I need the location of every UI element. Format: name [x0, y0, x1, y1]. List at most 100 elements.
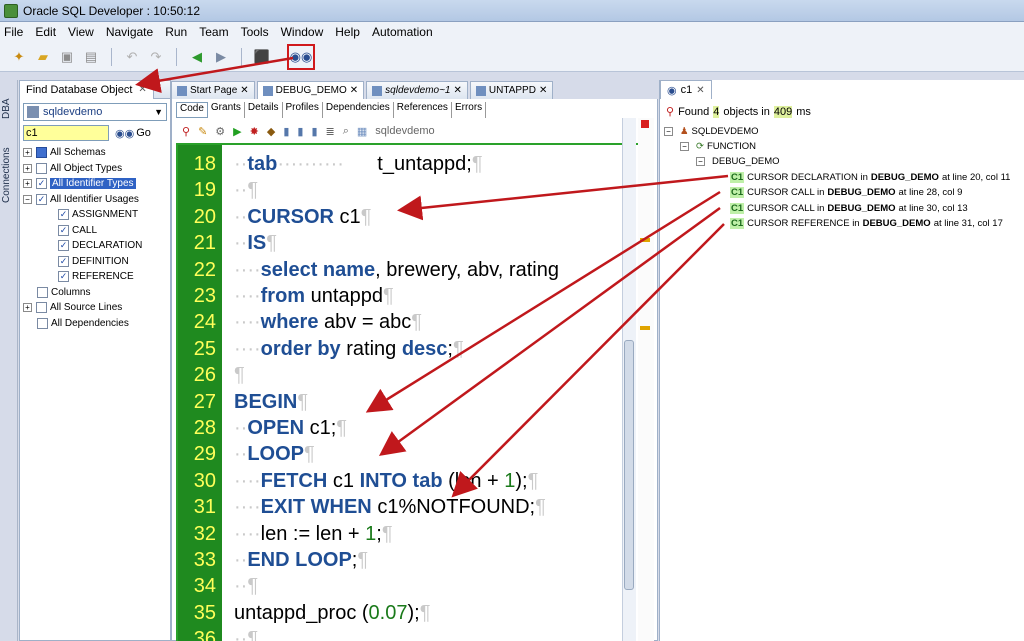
next-bookmark-icon[interactable]: ▮ [311, 125, 317, 138]
save-icon[interactable]: ▣ [58, 48, 76, 66]
checkbox[interactable] [37, 317, 48, 329]
expand-icon[interactable]: + [23, 179, 32, 189]
expand-icon[interactable]: + [23, 303, 32, 313]
sql-worksheet-icon[interactable]: ⬛ [253, 48, 271, 66]
redo-icon[interactable]: ↷ [147, 48, 165, 66]
close-icon[interactable]: ✕ [696, 85, 704, 96]
checkbox[interactable] [36, 147, 47, 159]
function-node[interactable]: − ⟳ FUNCTION [680, 141, 756, 152]
format-icon[interactable]: ≣ [326, 125, 335, 138]
tab-sqldevdemo-1[interactable]: sqldevdemo~1 ✕ [366, 81, 468, 99]
checkbox[interactable]: ✓ [58, 271, 69, 283]
tree-item-all-identifier-types[interactable]: + ✓ All Identifier Types [20, 176, 170, 192]
collapse-icon[interactable]: − [680, 142, 689, 151]
close-icon[interactable]: ✕ [138, 84, 146, 95]
subtab-details[interactable]: Details [245, 102, 283, 118]
new-icon[interactable]: ✦ [10, 48, 28, 66]
collapse-icon[interactable]: − [664, 127, 673, 136]
menu-automation[interactable]: Automation [372, 25, 433, 39]
checkbox[interactable]: ✓ [58, 255, 69, 267]
object-node[interactable]: − DEBUG_DEMO [696, 156, 780, 167]
menu-team[interactable]: Team [199, 25, 228, 39]
error-marker[interactable] [641, 120, 649, 128]
run-icon[interactable]: ▶ [233, 125, 241, 138]
tree-item-all-schemas[interactable]: + All Schemas [20, 145, 170, 161]
warning-marker[interactable] [640, 238, 650, 242]
checkbox[interactable]: ✓ [36, 178, 47, 190]
checkbox[interactable] [36, 162, 47, 174]
close-icon[interactable]: ✕ [539, 85, 547, 96]
tree-item-all-identifier-usages[interactable]: − ✓ All Identifier Usages [20, 192, 170, 208]
forward-icon[interactable]: ▶ [212, 48, 230, 66]
collapse-icon[interactable]: − [23, 194, 32, 204]
debug-icon[interactable]: ✸ [250, 125, 259, 138]
subtab-errors[interactable]: Errors [452, 102, 487, 118]
checkbox[interactable]: ✓ [58, 240, 69, 252]
tree-item-all-source-lines[interactable]: + All Source Lines [20, 300, 170, 316]
tab-start-page[interactable]: Start Page ✕ [171, 81, 255, 99]
subtab-dependencies[interactable]: Dependencies [323, 102, 394, 118]
checkbox[interactable] [37, 286, 48, 298]
menu-file[interactable]: File [4, 25, 23, 39]
checkbox[interactable]: ✓ [36, 193, 47, 205]
menu-window[interactable]: Window [281, 25, 324, 39]
connection-select[interactable]: sqldevdemo ▼ [23, 103, 167, 121]
chevron-down-icon[interactable]: ▼ [154, 107, 163, 117]
result-item[interactable]: C1 CURSOR REFERENCE in DEBUG_DEMO at lin… [730, 218, 1003, 229]
save-all-icon[interactable]: ▤ [82, 48, 100, 66]
pin-icon[interactable]: ⚲ [182, 125, 190, 138]
collapse-icon[interactable]: − [696, 157, 705, 166]
subtab-references[interactable]: References [394, 102, 452, 118]
subtab-code[interactable]: Code [176, 102, 208, 118]
tree-item-assignment[interactable]: ✓ ASSIGNMENT [20, 207, 170, 223]
tree-item-reference[interactable]: ✓ REFERENCE [20, 269, 170, 285]
checkbox[interactable]: ✓ [58, 224, 69, 236]
close-icon[interactable]: ✕ [454, 85, 462, 96]
results-tab[interactable]: ◉ c1 ✕ [660, 80, 712, 99]
result-item[interactable]: C1 CURSOR DECLARATION in DEBUG_DEMO at l… [730, 172, 1010, 183]
tab-debug-demo[interactable]: DEBUG_DEMO ✕ [256, 81, 365, 99]
open-icon[interactable]: ▰ [34, 48, 52, 66]
scrollbar-thumb[interactable] [624, 340, 634, 590]
dba-tab[interactable]: DBA [1, 94, 17, 124]
menu-tools[interactable]: Tools [241, 25, 269, 39]
subtab-profiles[interactable]: Profiles [283, 102, 323, 118]
expand-icon[interactable]: + [23, 163, 32, 173]
expand-icon[interactable]: + [23, 148, 32, 158]
code-editor[interactable]: 18 19 20 21 22 23 24 25 26 27 28 29 30 3… [176, 143, 652, 641]
find-db-object-icon[interactable]: ◉◉ [287, 43, 315, 70]
settings-icon[interactable]: ⚙ [215, 125, 225, 138]
result-item[interactable]: C1 CURSOR CALL in DEBUG_DEMO at line 28,… [730, 187, 962, 198]
warning-marker[interactable] [640, 326, 650, 330]
back-icon[interactable]: ◀ [188, 48, 206, 66]
tab-untappd[interactable]: UNTAPPD ✕ [469, 81, 554, 99]
menu-edit[interactable]: Edit [35, 25, 56, 39]
tree-item-call[interactable]: ✓ CALL [20, 223, 170, 239]
tree-item-columns[interactable]: Columns [20, 285, 170, 301]
close-icon[interactable]: ✕ [240, 85, 248, 96]
checkbox[interactable] [36, 302, 47, 314]
result-item[interactable]: C1 CURSOR CALL in DEBUG_DEMO at line 30,… [730, 203, 968, 214]
pin-icon[interactable]: ⚲ [666, 105, 674, 118]
editor-connection-label[interactable]: sqldevdemo [375, 125, 434, 137]
tree-item-all-dependencies[interactable]: All Dependencies [20, 316, 170, 332]
bookmark-icon[interactable]: ▮ [283, 125, 289, 138]
find-icon[interactable]: ⌕ [343, 125, 349, 138]
schema-node[interactable]: − ♟ SQLDEVDEMO [664, 126, 759, 137]
menu-run[interactable]: Run [165, 25, 187, 39]
tree-item-all-object-types[interactable]: + All Object Types [20, 161, 170, 177]
menu-navigate[interactable]: Navigate [106, 25, 153, 39]
edit-icon[interactable]: ✎ [198, 125, 207, 138]
undo-icon[interactable]: ↶ [123, 48, 141, 66]
tree-item-declaration[interactable]: ✓ DECLARATION [20, 238, 170, 254]
checkbox[interactable]: ✓ [58, 209, 69, 221]
search-input[interactable]: c1 [23, 125, 109, 141]
menu-view[interactable]: View [68, 25, 94, 39]
go-button[interactable]: ◉◉ Go [115, 127, 151, 140]
close-icon[interactable]: ✕ [350, 85, 358, 96]
subtab-grants[interactable]: Grants [208, 102, 245, 118]
connections-tab[interactable]: Connections [1, 140, 17, 210]
compile-icon[interactable]: ◆ [267, 125, 275, 138]
prev-bookmark-icon[interactable]: ▮ [297, 125, 303, 138]
tree-item-definition[interactable]: ✓ DEFINITION [20, 254, 170, 270]
